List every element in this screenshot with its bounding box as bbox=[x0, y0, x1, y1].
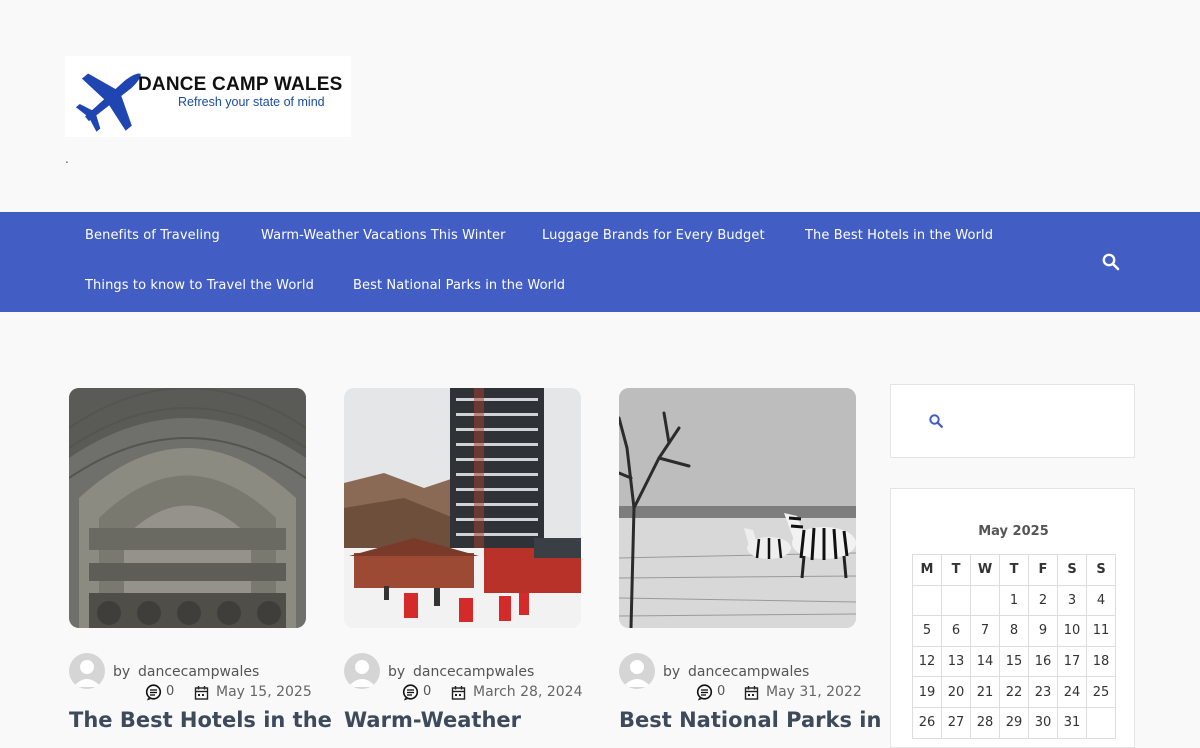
author-link[interactable]: dancecampwales bbox=[413, 664, 534, 680]
post-title[interactable]: Warm-Weather bbox=[344, 708, 521, 732]
post-thumbnail-ski-resort[interactable] bbox=[344, 388, 581, 628]
nav-item-things-to-know[interactable]: Things to know to Travel the World bbox=[85, 278, 314, 293]
avatar bbox=[69, 653, 105, 689]
calendar-caption: May 2025 bbox=[978, 524, 1049, 539]
weekday-header: F bbox=[1028, 554, 1058, 586]
calendar-day: 8 bbox=[999, 615, 1029, 647]
calendar-icon bbox=[451, 686, 466, 700]
calendar-day: 16 bbox=[1028, 645, 1058, 678]
nav-item-luggage-brands[interactable]: Luggage Brands for Every Budget bbox=[542, 228, 765, 243]
post-title[interactable]: The Best Hotels in the bbox=[69, 708, 332, 732]
sidebar-search-widget[interactable] bbox=[890, 384, 1135, 458]
weekday-header: S bbox=[1057, 554, 1087, 586]
by-label: by bbox=[663, 664, 681, 680]
post-date[interactable]: March 28, 2024 bbox=[473, 684, 582, 700]
calendar-day: 7 bbox=[970, 615, 1000, 647]
avatar bbox=[619, 653, 655, 689]
by-label: by bbox=[113, 664, 131, 680]
calendar-day: 25 bbox=[1086, 676, 1116, 708]
calendar-day: 31 bbox=[1057, 706, 1087, 739]
calendar-day: 20 bbox=[941, 676, 971, 708]
calendar-header-row: M T W T F S S bbox=[912, 554, 1116, 586]
calendar-day: 13 bbox=[941, 645, 971, 678]
calendar-day: 4 bbox=[1086, 584, 1116, 617]
site-header: DANCE CAMP WALES Refresh your state of m… bbox=[0, 0, 1200, 212]
author-link[interactable]: dancecampwales bbox=[138, 664, 259, 680]
nav-item-best-hotels[interactable]: The Best Hotels in the World bbox=[805, 228, 993, 243]
calendar-day: 12 bbox=[912, 645, 942, 678]
calendar-day: 21 bbox=[970, 676, 1000, 708]
author-link[interactable]: dancecampwales bbox=[688, 664, 809, 680]
calendar-day: 23 bbox=[1028, 676, 1058, 708]
calendar-icon bbox=[194, 686, 209, 700]
weekday-header: W bbox=[970, 554, 1000, 586]
calendar-day: 30 bbox=[1028, 706, 1058, 739]
post-date[interactable]: May 15, 2025 bbox=[216, 684, 312, 700]
calendar-day: 2 bbox=[1028, 584, 1058, 617]
calendar-day: 14 bbox=[970, 645, 1000, 678]
comment-count[interactable]: 0 bbox=[717, 684, 725, 699]
search-icon[interactable] bbox=[929, 414, 943, 428]
calendar-day: 3 bbox=[1057, 584, 1087, 617]
calendar-day: 29 bbox=[999, 706, 1029, 739]
site-tagline: Refresh your state of mind bbox=[178, 95, 325, 109]
calendar-day: 10 bbox=[1057, 615, 1087, 647]
calendar-week: 1 2 3 4 bbox=[912, 584, 1116, 617]
weekday-header: T bbox=[999, 554, 1029, 586]
calendar-week: 5 6 7 8 9 10 11 bbox=[912, 615, 1116, 647]
calendar-day: 26 bbox=[912, 706, 942, 739]
avatar bbox=[344, 653, 380, 689]
airplane-logo-icon bbox=[75, 73, 141, 132]
calendar-day bbox=[970, 584, 1000, 617]
calendar-day: 22 bbox=[999, 676, 1029, 708]
calendar-day: 17 bbox=[1057, 645, 1087, 678]
weekday-header: S bbox=[1086, 554, 1116, 586]
calendar-day bbox=[1086, 706, 1116, 739]
calendar-week: 19 20 21 22 23 24 25 bbox=[912, 676, 1116, 708]
calendar-day: 28 bbox=[970, 706, 1000, 739]
calendar-day: 6 bbox=[941, 615, 971, 647]
calendar-day: 15 bbox=[999, 645, 1029, 678]
site-description: . bbox=[65, 152, 69, 166]
nav-item-warm-weather-vacations[interactable]: Warm-Weather Vacations This Winter bbox=[261, 228, 506, 243]
nav-item-national-parks[interactable]: Best National Parks in the World bbox=[353, 278, 565, 293]
calendar-day: 24 bbox=[1057, 676, 1087, 708]
post-thumbnail-zebras[interactable] bbox=[619, 388, 856, 628]
calendar-day: 5 bbox=[912, 615, 942, 647]
comment-icon bbox=[145, 684, 162, 701]
site-logo[interactable]: DANCE CAMP WALES Refresh your state of m… bbox=[65, 56, 351, 137]
main-navigation: Benefits of Traveling Warm-Weather Vacat… bbox=[0, 212, 1200, 312]
calendar-week: 26 27 28 29 30 31 bbox=[912, 706, 1116, 739]
weekday-header: M bbox=[912, 554, 942, 586]
by-label: by bbox=[388, 664, 406, 680]
calendar-widget: May 2025 M T W T F S S 1 2 3 4 5 6 7 8 9… bbox=[890, 488, 1135, 748]
calendar-day: 9 bbox=[1028, 615, 1058, 647]
post-title[interactable]: Best National Parks in bbox=[619, 708, 881, 732]
post-thumbnail-cathedral[interactable] bbox=[69, 388, 306, 628]
comment-icon bbox=[402, 684, 419, 701]
calendar-day: 18 bbox=[1086, 645, 1116, 678]
site-title: DANCE CAMP WALES bbox=[138, 74, 343, 95]
calendar-day: 11 bbox=[1086, 615, 1116, 647]
calendar-icon bbox=[744, 686, 759, 700]
weekday-header: T bbox=[941, 554, 971, 586]
calendar-day bbox=[912, 584, 942, 617]
search-icon[interactable] bbox=[1102, 253, 1120, 271]
calendar-day: 19 bbox=[912, 676, 942, 708]
calendar-week: 12 13 14 15 16 17 18 bbox=[912, 645, 1116, 678]
nav-item-benefits-of-traveling[interactable]: Benefits of Traveling bbox=[85, 228, 220, 243]
comment-count[interactable]: 0 bbox=[166, 684, 174, 699]
calendar-day bbox=[941, 584, 971, 617]
calendar-day: 27 bbox=[941, 706, 971, 739]
calendar-table: M T W T F S S 1 2 3 4 5 6 7 8 9 10 11 12… bbox=[912, 554, 1116, 739]
calendar-day: 1 bbox=[999, 584, 1029, 617]
post-date[interactable]: May 31, 2022 bbox=[766, 684, 862, 700]
comment-count[interactable]: 0 bbox=[423, 684, 431, 699]
comment-icon bbox=[696, 684, 713, 701]
